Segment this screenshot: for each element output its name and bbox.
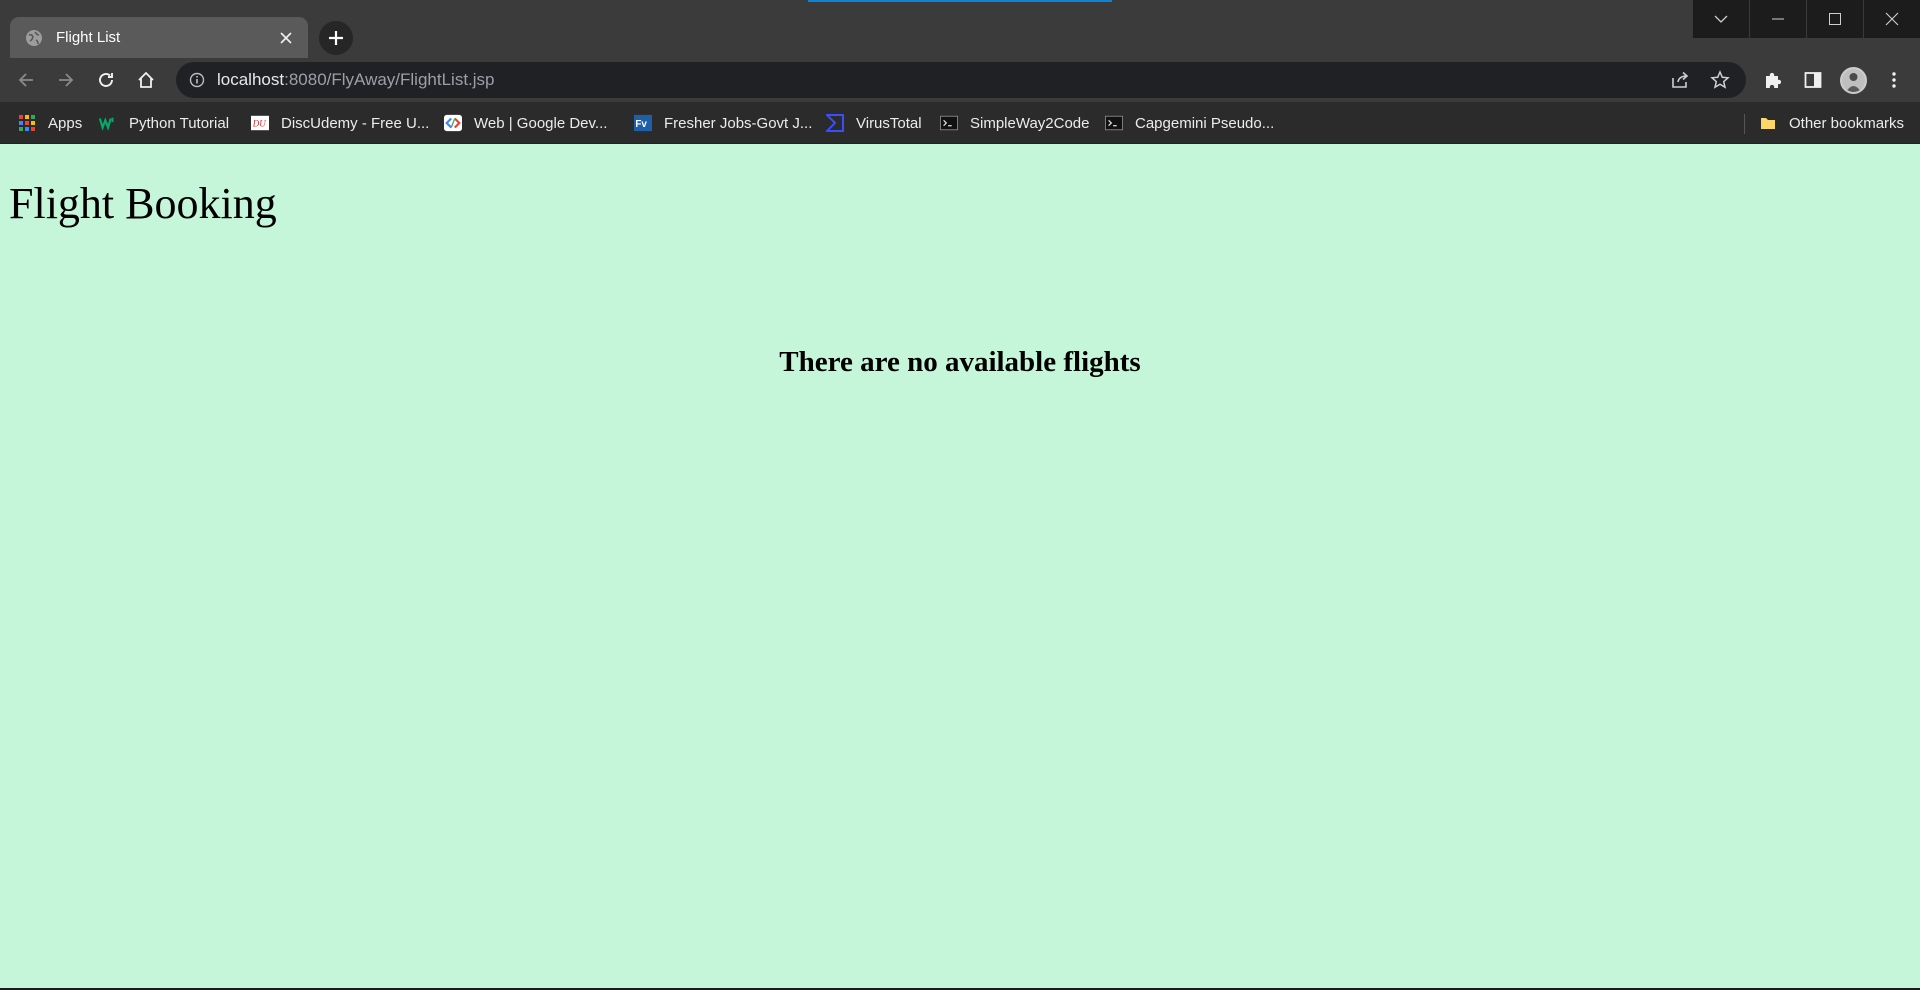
bookmark-discudemy[interactable]: DU DiscUdemy - Free U...	[251, 112, 429, 134]
address-bar[interactable]: localhost:8080/FlyAway/FlightList.jsp	[176, 62, 1746, 98]
apps-grid-icon	[18, 114, 36, 132]
plus-icon	[329, 31, 343, 45]
tab-search-button[interactable]	[1692, 0, 1749, 38]
url-host: localhost	[217, 70, 285, 89]
home-icon	[138, 71, 154, 88]
new-tab-button[interactable]	[319, 21, 353, 55]
reload-button[interactable]	[92, 66, 120, 94]
bookmark-python-tutorial[interactable]: Python Tutorial	[99, 112, 229, 134]
forward-button[interactable]	[52, 66, 80, 94]
maximize-icon	[1829, 13, 1841, 25]
fv-icon: Fv	[634, 114, 652, 132]
share-icon[interactable]	[1668, 68, 1692, 92]
url-path: :8080/FlyAway/FlightList.jsp	[284, 70, 495, 89]
terminal-icon	[940, 114, 958, 132]
reload-icon	[99, 73, 113, 87]
minimize-button[interactable]	[1749, 0, 1806, 38]
close-tab-icon[interactable]	[274, 26, 298, 50]
chevron-down-icon	[1714, 15, 1728, 23]
no-flights-message: There are no available flights	[779, 346, 1141, 378]
bookmark-capgemini[interactable]: Capgemini Pseudo...	[1105, 112, 1274, 134]
bookmarks-bar: Apps Python Tutorial DU DiscUdemy - Free…	[0, 102, 1920, 144]
svg-text:DU: DU	[252, 119, 266, 129]
close-window-button[interactable]	[1863, 0, 1920, 38]
bookmark-fresher-jobs[interactable]: Fv Fresher Jobs-Govt J...	[634, 112, 812, 134]
svg-text:Fv: Fv	[635, 119, 647, 130]
home-button[interactable]	[132, 66, 160, 94]
chrome-menu-button[interactable]	[1880, 66, 1908, 94]
bookmark-label: SimpleWay2Code	[970, 114, 1090, 132]
puzzle-icon	[1766, 72, 1782, 88]
folder-icon	[1759, 114, 1777, 132]
bookmark-label: Capgemini Pseudo...	[1135, 114, 1275, 132]
page-content: Flight Booking There are no available fl…	[0, 144, 1920, 990]
minimize-icon	[1772, 18, 1784, 20]
bookmark-label: Fresher Jobs-Govt J...	[664, 114, 813, 132]
bookmarks-separator	[1744, 114, 1745, 134]
loading-progress-bar	[808, 0, 1112, 2]
arrow-right-icon	[59, 73, 74, 87]
browser-toolbar: localhost:8080/FlyAway/FlightList.jsp	[0, 58, 1920, 102]
google-developers-icon	[444, 114, 462, 132]
virustotal-icon	[826, 114, 844, 132]
address-bar-actions	[1668, 68, 1732, 92]
more-vertical-icon	[1892, 72, 1896, 88]
other-bookmarks-label: Other bookmarks	[1789, 114, 1905, 132]
window-controls	[1692, 0, 1920, 38]
page-title: Flight Booking	[9, 179, 277, 228]
back-button[interactable]	[12, 66, 40, 94]
bookmark-label: VirusTotal	[856, 114, 922, 132]
tab-title: Flight List	[56, 29, 121, 46]
bookmark-label: DiscUdemy - Free U...	[281, 114, 430, 132]
globe-icon	[26, 29, 42, 46]
tab-flight-list[interactable]: Flight List	[10, 17, 308, 58]
url-text[interactable]: localhost:8080/FlyAway/FlightList.jsp	[217, 70, 495, 90]
bookmark-label: Web | Google Dev...	[474, 114, 608, 132]
terminal-icon	[1105, 114, 1123, 132]
profile-avatar[interactable]	[1840, 67, 1867, 94]
site-info-icon[interactable]	[188, 71, 206, 89]
close-icon	[1885, 12, 1899, 26]
other-bookmarks[interactable]: Other bookmarks	[1759, 112, 1904, 134]
bookmark-google-developers[interactable]: Web | Google Dev...	[444, 112, 607, 134]
bookmark-star-icon[interactable]	[1708, 68, 1732, 92]
browser-title-bar: Flight List	[0, 0, 1920, 58]
w3schools-icon	[99, 114, 117, 132]
bookmark-apps[interactable]: Apps	[18, 112, 82, 134]
maximize-button[interactable]	[1806, 0, 1863, 38]
bookmark-label: Apps	[48, 114, 83, 132]
arrow-left-icon	[18, 73, 33, 87]
bookmark-simpleway2code[interactable]: SimpleWay2Code	[940, 112, 1090, 134]
discudemy-icon: DU	[251, 114, 269, 132]
bookmark-label: Python Tutorial	[129, 114, 230, 132]
extensions-button[interactable]	[1759, 66, 1787, 94]
side-panel-button[interactable]	[1799, 66, 1827, 94]
side-panel-icon	[1804, 72, 1822, 88]
bookmark-virustotal[interactable]: VirusTotal	[826, 112, 922, 134]
